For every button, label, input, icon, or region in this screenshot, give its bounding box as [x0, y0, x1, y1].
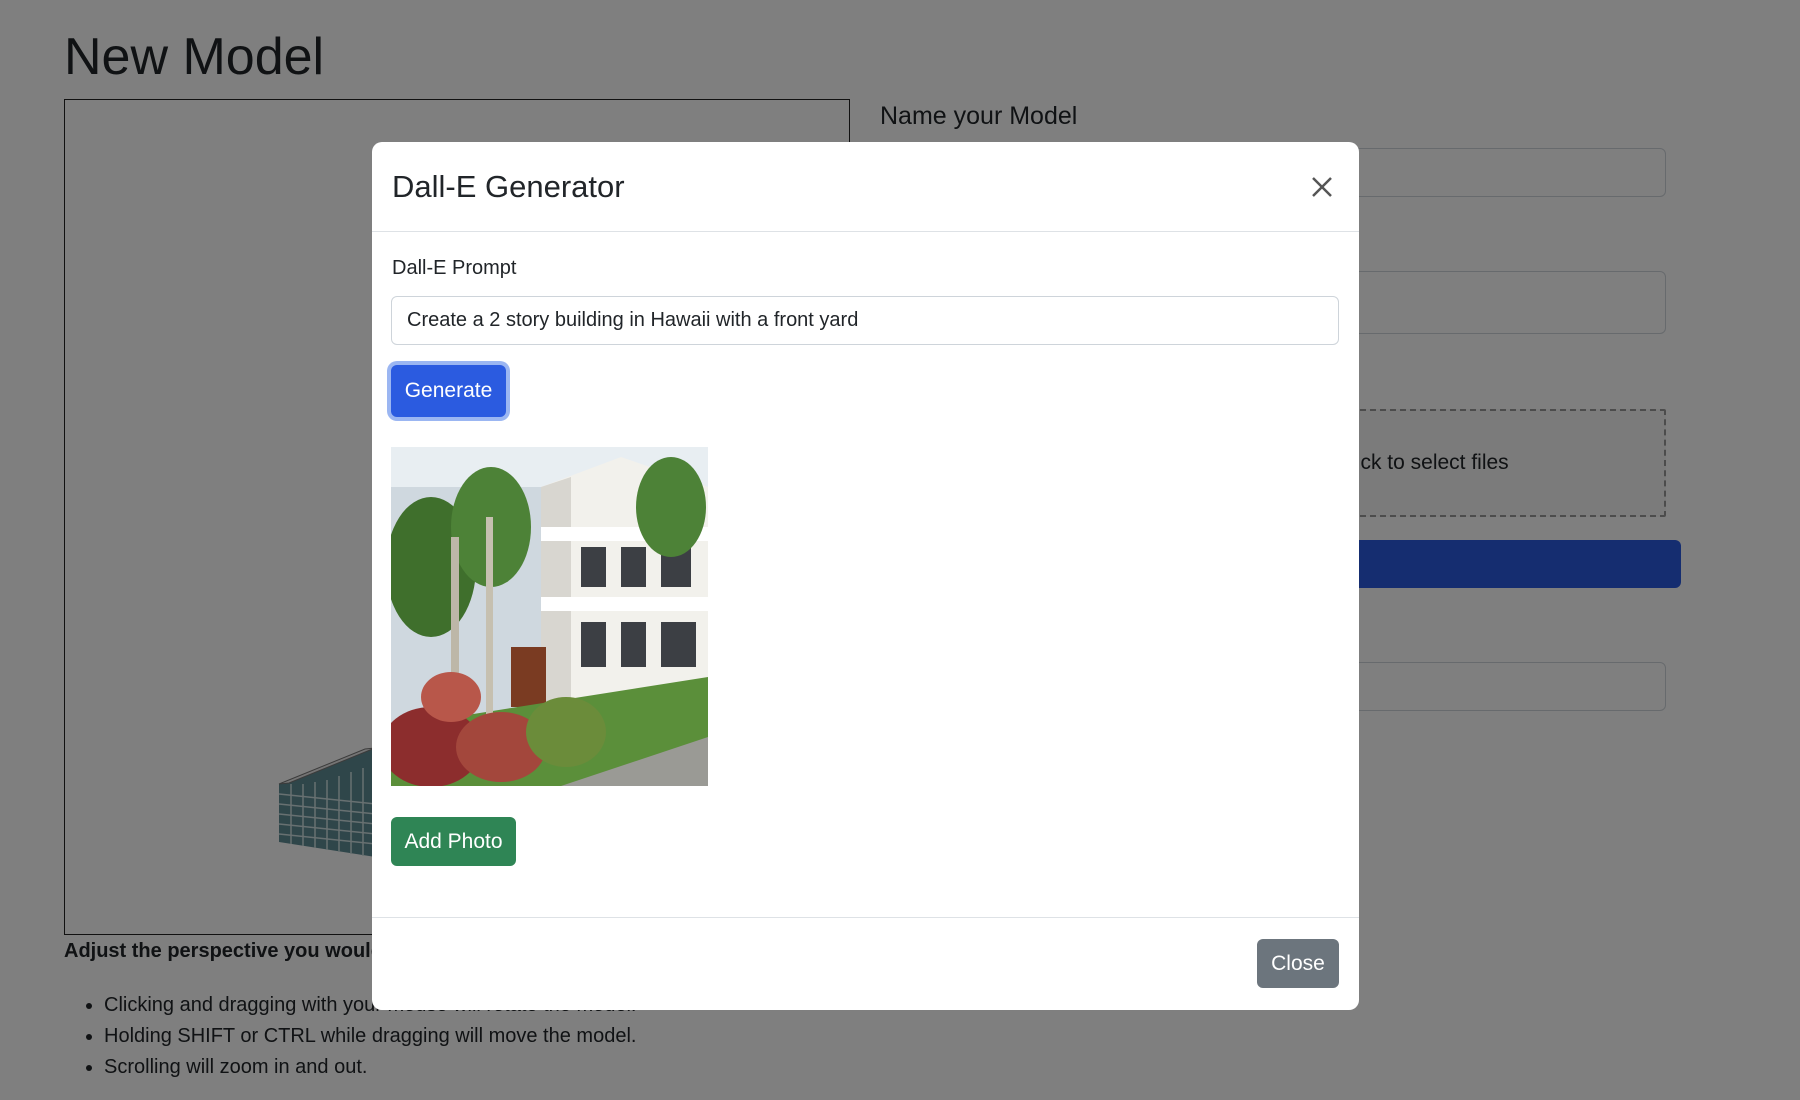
generate-button[interactable]: Generate: [391, 365, 506, 417]
close-icon[interactable]: [1305, 170, 1339, 204]
generated-photo: [391, 447, 708, 786]
close-button[interactable]: Close: [1257, 939, 1339, 988]
modal-footer: Close: [372, 917, 1359, 1010]
dalle-generator-modal: Dall-E Generator Dall-E Prompt Generate: [372, 142, 1359, 1010]
modal-title: Dall-E Generator: [392, 169, 625, 204]
add-photo-button[interactable]: Add Photo: [391, 817, 516, 866]
prompt-input[interactable]: [391, 296, 1339, 345]
prompt-label: Dall-E Prompt: [392, 257, 517, 279]
modal-header: Dall-E Generator: [372, 142, 1359, 232]
